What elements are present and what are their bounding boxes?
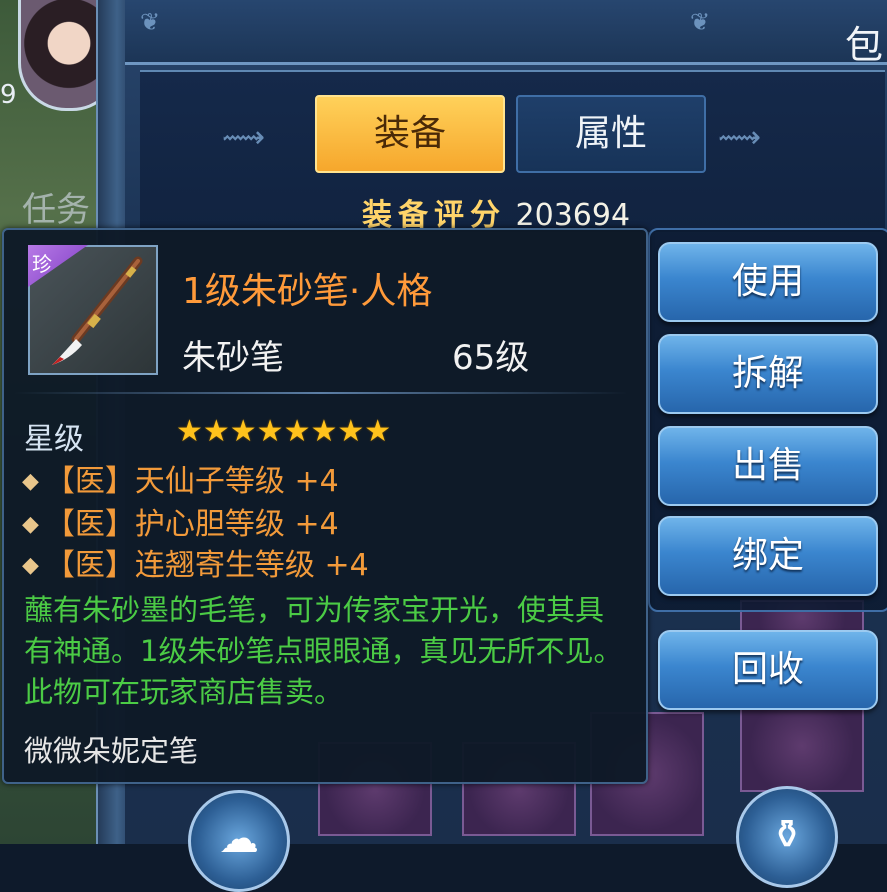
diamond-bullet-icon: ◆ xyxy=(22,512,39,537)
scroll-ornament-right-icon: ⟿ xyxy=(718,120,762,155)
item-type: 朱砂笔 xyxy=(182,338,284,378)
tooltip-divider xyxy=(14,392,628,394)
ornament-icon: ❦ xyxy=(690,8,711,36)
attribute-row: ◆ 【医】护心胆等级 +4 xyxy=(22,499,339,543)
diamond-bullet-icon: ◆ xyxy=(22,553,39,578)
star-rating: ★★★★★★★★ xyxy=(176,414,392,449)
recycle-button[interactable]: 回收 xyxy=(658,630,878,710)
sell-button[interactable]: 出售 xyxy=(658,426,878,506)
star-level-label: 星级 xyxy=(24,422,84,457)
diamond-bullet-icon: ◆ xyxy=(22,469,39,494)
item-level: 65级 xyxy=(452,338,530,378)
scroll-ornament-left-icon: ⟿ xyxy=(222,120,266,155)
player-level: 9 xyxy=(0,80,17,110)
attribute-text: 【医】天仙子等级 +4 xyxy=(44,464,339,499)
item-description: 蘸有朱砂墨的毛笔，可为传家宝开光，使其具有神通。1级朱砂笔点眼眼通，真见无所不见… xyxy=(24,593,623,709)
bag-title: 包 xyxy=(844,23,883,67)
attribute-text: 【医】连翘寄生等级 +4 xyxy=(44,548,369,583)
swirl-icon[interactable]: ☁ xyxy=(188,790,290,892)
attribute-text: 【医】护心胆等级 +4 xyxy=(44,507,339,542)
bag-header: 包 xyxy=(125,0,887,67)
use-button[interactable]: 使用 xyxy=(658,242,878,322)
potion-bottle-icon[interactable]: ⚱ xyxy=(736,786,838,888)
dismantle-button[interactable]: 拆解 xyxy=(658,334,878,414)
ornament-icon: ❦ xyxy=(140,8,161,36)
equipment-slot-bracelet[interactable] xyxy=(740,700,864,792)
attribute-row: ◆ 【医】连翘寄生等级 +4 xyxy=(22,540,369,584)
task-tracker-label[interactable]: 任务 xyxy=(22,182,90,231)
attribute-row: ◆ 【医】天仙子等级 +4 xyxy=(22,456,339,500)
item-signature: 微微朵妮定笔 xyxy=(24,734,199,768)
tab-equipment[interactable]: 装备 xyxy=(315,95,505,173)
bind-button[interactable]: 绑定 xyxy=(658,516,878,596)
item-name: 1级朱砂笔·人格 xyxy=(182,271,433,312)
tab-attributes[interactable]: 属性 xyxy=(516,95,706,173)
